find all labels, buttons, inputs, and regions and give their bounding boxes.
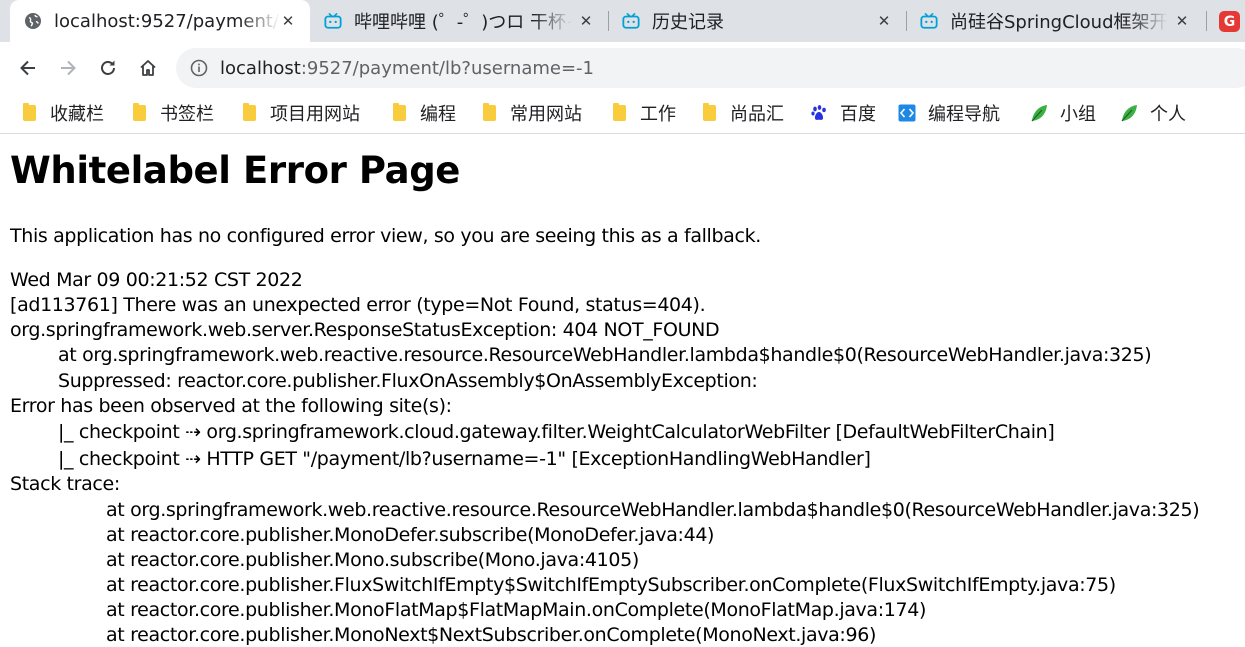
stack-trace-line: at reactor.core.publisher.Mono.subscribe…	[106, 549, 639, 571]
tab-close-button[interactable]: ✕	[576, 11, 596, 31]
tab-history[interactable]: 历史记录 ✕	[608, 0, 906, 42]
bookmark-label: 工作	[640, 104, 676, 125]
reload-button[interactable]	[94, 54, 122, 82]
folder-icon	[390, 103, 408, 122]
bookmark-project-sites[interactable]: 项目用网站	[240, 94, 360, 132]
tab-title: 哔哩哔哩 (゜-゜)つロ 干杯~-bilibili	[354, 12, 572, 33]
tab-title: 历史记录	[652, 12, 724, 33]
error-line: at org.springframework.web.reactive.reso…	[58, 344, 1152, 366]
bookmark-label: 编程	[420, 104, 456, 125]
stack-trace-line: at reactor.core.publisher.MonoFlatMap$Fl…	[106, 599, 927, 621]
bookmark-label: 编程导航	[928, 104, 1000, 125]
bookmark-label: 百度	[840, 104, 876, 125]
bookmark-label: 书签栏	[160, 104, 214, 125]
tab-separator	[1206, 11, 1207, 31]
reload-icon	[101, 60, 115, 75]
url-path: :9527/payment/lb?username=-1	[300, 57, 594, 79]
page-title: Whitelabel Error Page	[10, 149, 460, 192]
bookmark-label: 常用网站	[510, 104, 582, 125]
bookmark-favorites[interactable]: 收藏栏	[20, 94, 104, 132]
bilibili-icon	[920, 12, 938, 30]
bookmark-bookmarks[interactable]: 书签栏	[130, 94, 214, 132]
tab-close-button[interactable]: ✕	[278, 11, 298, 31]
stack-trace-line: at reactor.core.publisher.MonoNext$NextS…	[106, 624, 877, 646]
bookmark-personal[interactable]: 个人	[1120, 94, 1186, 132]
bookmarks-bar: 收藏栏 书签栏 项目用网站 编程 常用网站 工作 尚品汇 百度 编程导航 小组 …	[0, 94, 1245, 134]
bookmark-group[interactable]: 小组	[1030, 94, 1096, 132]
bilibili-icon	[622, 12, 640, 30]
tab-springcloud-course[interactable]: 尚硅谷SpringCloud框架开发教程 ✕	[906, 0, 1204, 42]
error-line: |_ checkpoint ⇢ HTTP GET "/payment/lb?us…	[58, 448, 871, 470]
error-line: org.springframework.web.server.ResponseS…	[10, 319, 720, 341]
stack-trace-label: Stack trace:	[10, 473, 120, 495]
info-icon[interactable]	[190, 59, 208, 77]
arrow-left-icon	[20, 60, 35, 76]
tab-localhost-payment[interactable]: localhost:9527/payment/lb?username=-1 ✕	[10, 0, 310, 42]
leaf-icon	[1030, 104, 1048, 122]
bookmark-label: 个人	[1150, 104, 1186, 125]
error-line: [ad113761] There was an unexpected error…	[10, 294, 706, 316]
tab-strip: localhost:9527/payment/lb?username=-1 ✕ …	[0, 0, 1245, 42]
error-line: Suppressed: reactor.core.publisher.FluxO…	[58, 370, 758, 392]
code-nav-icon	[898, 104, 916, 122]
bookmark-label: 尚品汇	[730, 104, 784, 125]
bookmark-programming[interactable]: 编程	[390, 94, 456, 132]
folder-icon	[610, 103, 628, 122]
address-bar[interactable]: localhost:9527/payment/lb?username=-1	[176, 48, 1245, 88]
globe-icon	[24, 12, 42, 30]
page-content: Whitelabel Error Page This application h…	[0, 134, 1245, 647]
home-icon	[140, 60, 156, 76]
tab-close-button[interactable]: ✕	[874, 11, 894, 31]
stack-trace-line: at reactor.core.publisher.FluxSwitchIfEm…	[106, 574, 1116, 596]
back-button[interactable]	[14, 54, 42, 82]
leaf-icon	[1120, 104, 1138, 122]
home-button[interactable]	[134, 54, 162, 82]
forward-button[interactable]	[54, 54, 82, 82]
bookmark-baidu[interactable]: 百度	[810, 94, 876, 132]
bookmark-code-nav[interactable]: 编程导航	[898, 94, 1000, 132]
tab-title: 尚硅谷SpringCloud框架开发教程	[950, 12, 1168, 33]
stack-trace-line: at org.springframework.web.reactive.reso…	[106, 499, 1200, 521]
url-host: localhost	[220, 57, 301, 79]
browser-toolbar: localhost:9527/payment/lb?username=-1	[0, 42, 1245, 94]
tab-title: localhost:9527/payment/lb?username=-1	[54, 10, 280, 32]
error-description: This application has no configured error…	[10, 225, 761, 247]
bookmark-label: 收藏栏	[50, 104, 104, 125]
error-line: |_ checkpoint ⇢ org.springframework.clou…	[58, 421, 1055, 443]
address-url[interactable]: localhost:9527/payment/lb?username=-1	[220, 58, 594, 79]
folder-icon	[130, 103, 148, 122]
bookmark-work[interactable]: 工作	[610, 94, 676, 132]
folder-icon	[700, 103, 718, 122]
arrow-right-icon	[61, 60, 76, 76]
bookmark-label: 小组	[1060, 104, 1096, 125]
error-timestamp: Wed Mar 09 00:21:52 CST 2022	[10, 269, 303, 291]
folder-icon	[20, 103, 38, 122]
stack-trace-line: at reactor.core.publisher.MonoDefer.subs…	[106, 524, 715, 546]
error-line: Error has been observed at the following…	[10, 395, 452, 417]
bilibili-icon	[324, 12, 342, 30]
folder-icon	[480, 103, 498, 122]
tab-close-button[interactable]: ✕	[1172, 11, 1192, 31]
baidu-paw-icon	[810, 104, 828, 122]
bookmark-common-sites[interactable]: 常用网站	[480, 94, 582, 132]
folder-icon	[240, 103, 258, 122]
tab-bilibili-home[interactable]: 哔哩哔哩 (゜-゜)つロ 干杯~-bilibili ✕	[310, 0, 608, 42]
g-extension-icon[interactable]: G	[1219, 11, 1240, 32]
bookmark-label: 项目用网站	[270, 104, 360, 125]
bookmark-shangpinhui[interactable]: 尚品汇	[700, 94, 784, 132]
